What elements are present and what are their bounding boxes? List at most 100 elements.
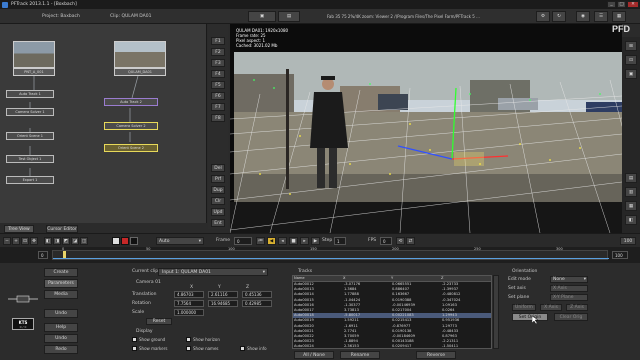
channel-button-g[interactable]: ◨ — [53, 237, 61, 245]
camera-icon[interactable]: ▣ — [248, 11, 276, 22]
rename-button[interactable]: Rename — [340, 351, 380, 359]
step-back-button[interactable]: ◂ — [278, 237, 287, 245]
duplicate-button[interactable]: Dup — [211, 186, 225, 194]
node-camera-solver-1[interactable]: Camera Solver 1 — [6, 108, 54, 116]
show-ground-checkbox[interactable]: Show ground — [132, 337, 165, 342]
stop-button[interactable]: ■ — [289, 237, 298, 245]
view-mode-icon-6[interactable]: ▦ — [625, 201, 637, 211]
node-auto-track-2[interactable]: Auto Track 2 — [104, 98, 158, 106]
timeline-track[interactable] — [52, 250, 609, 260]
viewer-panel[interactable]: QULAM DA01: 1920x1080 Frame rate: 25 Pix… — [230, 24, 622, 233]
tracks-scrollbar[interactable] — [493, 275, 499, 349]
scale-input[interactable]: 1.000000 — [174, 309, 204, 316]
node-test-object-1[interactable]: Test Object 1 — [6, 155, 54, 163]
set-origin-button[interactable]: Set Origin — [512, 313, 548, 321]
settings-icon[interactable]: ⚙ — [536, 11, 550, 22]
list-icon[interactable]: ☰ — [594, 11, 608, 22]
media-button[interactable]: Media — [44, 290, 78, 299]
edit-mode-select[interactable]: None ▾ — [550, 276, 588, 283]
pan-button[interactable]: ✥ — [30, 237, 38, 245]
translation-x-input[interactable]: 4.86703 — [174, 291, 204, 298]
maximize-button[interactable]: □ — [617, 1, 626, 8]
rotation-x-input[interactable]: 7.7564 — [174, 300, 204, 307]
node-export-1[interactable]: Export 1 — [6, 176, 54, 184]
f1-button[interactable]: F1 — [211, 37, 225, 45]
f3-button[interactable]: F3 — [211, 59, 225, 67]
clear-button[interactable]: Clr — [211, 197, 225, 205]
step-input[interactable]: 1 — [334, 237, 346, 245]
f2-button[interactable]: F2 — [211, 48, 225, 56]
timeline-end-input[interactable]: 100 — [612, 251, 628, 259]
show-markers-checkbox[interactable]: Show markers — [132, 346, 167, 351]
layout-icon[interactable]: ▤ — [278, 11, 300, 22]
node-orient-scene-1[interactable]: Orient Scene 1 — [6, 132, 54, 140]
enter-button[interactable]: Ent — [211, 219, 225, 227]
uniform-button[interactable]: Uniform — [512, 304, 536, 311]
tracks-col-name[interactable]: Name — [293, 276, 343, 281]
step-forward-button[interactable]: ▸ — [300, 237, 309, 245]
z-axis-button[interactable]: Z Axis — [566, 304, 588, 311]
play-back-button[interactable]: ◀ — [267, 237, 276, 245]
loop-button[interactable]: ⟲ — [396, 237, 405, 245]
view-mode-icon-7[interactable]: ◧ — [625, 215, 637, 225]
view-mode-icon-3[interactable]: ▣ — [625, 69, 637, 79]
parameters-button[interactable]: Parameters — [44, 279, 78, 288]
view-icon[interactable]: ◉ — [576, 11, 590, 22]
fps-input[interactable]: 0 — [380, 237, 392, 245]
tracks-table[interactable]: Name X Y Z Auto00012 -3.07176 0.0665551 -2.… — [292, 275, 492, 349]
channel-button-b[interactable]: ◩ — [62, 237, 70, 245]
bounce-button[interactable]: ⇄ — [406, 237, 415, 245]
clip-node-thumbnail-1[interactable] — [13, 41, 55, 68]
create-button[interactable]: Create — [44, 268, 78, 277]
reset-button[interactable]: Reset — [146, 318, 172, 325]
frame-input[interactable]: 0 — [234, 237, 252, 245]
swatch-red[interactable] — [121, 237, 129, 245]
f4-button[interactable]: F4 — [211, 70, 225, 78]
update-button[interactable]: Upd — [211, 208, 225, 216]
channel-button-l[interactable]: ◫ — [80, 237, 88, 245]
show-info-checkbox[interactable]: Show info — [240, 346, 267, 351]
tracks-col-y[interactable]: Y — [391, 276, 441, 281]
x-axis-button[interactable]: X Axis — [540, 304, 562, 311]
undo-button[interactable]: Undo — [44, 309, 78, 318]
set-axis-select[interactable]: X Axis — [550, 285, 588, 292]
tracks-col-z[interactable]: Z — [441, 276, 489, 281]
show-horizon-checkbox[interactable]: Show horizon — [186, 337, 220, 342]
delete-button[interactable]: Del — [211, 164, 225, 172]
play-button[interactable]: ▶ — [311, 237, 320, 245]
zoom-out-button[interactable]: − — [3, 237, 11, 245]
table-row[interactable]: Auto00024 2.36153 0.0209417 -1.50411 — [293, 344, 491, 348]
timeline-settings-button[interactable]: 100 — [620, 237, 636, 245]
view-mode-icon-4[interactable]: ▤ — [625, 173, 637, 183]
f8-button[interactable]: F8 — [211, 114, 225, 122]
fit-button[interactable]: ⊡ — [21, 237, 29, 245]
f5-button[interactable]: F5 — [211, 81, 225, 89]
clip-node-thumbnail-2[interactable] — [114, 41, 166, 68]
set-plane-select[interactable]: X-Y Plane — [550, 294, 588, 301]
first-frame-button[interactable]: ⏮ — [256, 237, 265, 245]
channel-button-a[interactable]: ◪ — [71, 237, 79, 245]
view-mode-icon-5[interactable]: ▥ — [625, 187, 637, 197]
timeline-start-input[interactable]: 0 — [38, 251, 48, 259]
close-button[interactable]: ✕ — [627, 1, 639, 8]
node-auto-track-1[interactable]: Auto Track 1 — [6, 90, 54, 98]
swatch-white[interactable] — [112, 237, 120, 245]
rotation-z-input[interactable]: 0.42985 — [242, 300, 272, 307]
redo-button[interactable]: Redo — [44, 345, 78, 354]
rotation-y-input[interactable]: 16.94685 — [208, 300, 238, 307]
display-mode-select[interactable]: Auto ▾ — [156, 237, 204, 245]
reverse-button[interactable]: Reverse — [416, 351, 456, 359]
timeline[interactable]: 0 0 50 100 150 200 250 300 100 — [0, 247, 640, 263]
tracks-col-x[interactable]: X — [343, 276, 391, 281]
show-names-checkbox[interactable]: Show names — [186, 346, 219, 351]
preferences-button[interactable]: Prf — [211, 175, 225, 183]
minimize-button[interactable]: _ — [607, 1, 616, 8]
all-none-button[interactable]: All / None — [294, 351, 334, 359]
node-camera-solver-2[interactable]: Camera Solver 2 — [104, 122, 158, 130]
tab-cursor-editor[interactable]: Cursor Editor — [46, 225, 78, 233]
node-orient-scene-2[interactable]: Orient Scene 2 — [104, 144, 158, 152]
swatch-black[interactable] — [130, 237, 138, 245]
refresh-icon[interactable]: ↻ — [552, 11, 566, 22]
tab-tree-view[interactable]: Tree View — [4, 225, 34, 233]
f6-button[interactable]: F6 — [211, 92, 225, 100]
